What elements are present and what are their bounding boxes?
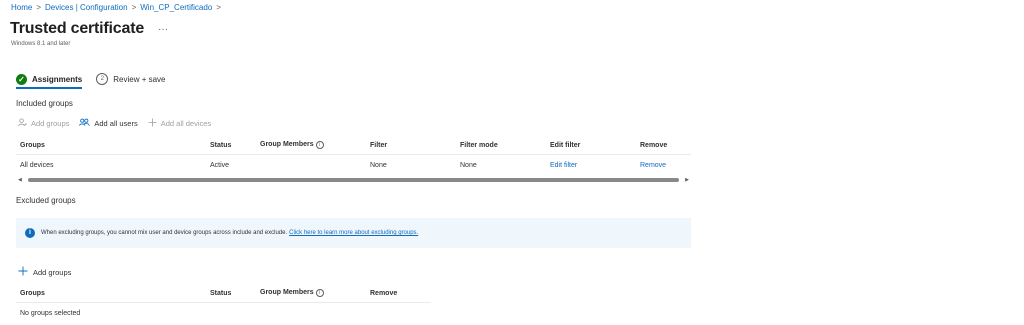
wizard-steps: ✓ Assignments 2 Review + save bbox=[16, 73, 165, 89]
check-icon: ✓ bbox=[16, 73, 27, 85]
included-toolbar: Add groups Add all users Add all devices bbox=[18, 118, 221, 129]
column-header-remove[interactable]: Remove bbox=[366, 284, 431, 303]
plus-icon bbox=[18, 266, 28, 279]
scroll-right-arrow-icon[interactable]: ▶ bbox=[685, 177, 689, 183]
no-groups-selected-text: No groups selected bbox=[20, 309, 81, 317]
info-banner-text: When excluding groups, you cannot mix us… bbox=[41, 230, 288, 236]
cell-filter: None bbox=[370, 161, 387, 169]
learn-more-link[interactable]: Click here to learn more about excluding… bbox=[289, 230, 418, 236]
step-number-icon: 2 bbox=[96, 73, 109, 85]
column-header-status[interactable]: Status bbox=[206, 136, 256, 155]
column-header-filter[interactable]: Filter bbox=[366, 136, 456, 155]
horizontal-scrollbar[interactable]: ◀ ▶ bbox=[16, 176, 691, 184]
add-excluded-groups-button[interactable]: Add groups bbox=[18, 266, 71, 279]
scroll-left-arrow-icon[interactable]: ◀ bbox=[18, 177, 22, 183]
table-header-row: Groups Status Group Members i Filter Filt… bbox=[16, 136, 691, 155]
column-header-edit-filter[interactable]: Edit filter bbox=[546, 136, 636, 155]
column-header-status[interactable]: Status bbox=[206, 284, 256, 303]
cell-group-members bbox=[256, 155, 366, 176]
info-icon: i bbox=[25, 228, 35, 238]
table-header-row: Groups Status Group Members i Remove bbox=[16, 284, 431, 303]
tab-review-save[interactable]: 2 Review + save bbox=[96, 73, 165, 85]
person-icon bbox=[18, 118, 27, 129]
add-all-devices-button[interactable]: Add all devices bbox=[148, 118, 211, 129]
info-icon[interactable]: i bbox=[315, 141, 324, 149]
column-header-group-members[interactable]: Group Members i bbox=[256, 284, 366, 303]
tab-review-save-label: Review + save bbox=[113, 74, 166, 84]
people-icon bbox=[79, 118, 91, 129]
plus-icon bbox=[148, 118, 157, 129]
column-header-group-members-label: Group Members bbox=[260, 289, 314, 296]
add-groups-button[interactable]: Add groups bbox=[18, 118, 69, 129]
empty-row: No groups selected bbox=[16, 303, 431, 324]
table-row: All devices Active None None Edit filter… bbox=[16, 155, 691, 176]
edit-filter-link[interactable]: Edit filter bbox=[546, 155, 636, 176]
breadcrumb: Home > Devices | Configuration > Win_CP_Cert… bbox=[11, 3, 225, 12]
excluded-groups-heading: Excluded groups bbox=[16, 196, 76, 205]
column-header-group-members[interactable]: Group Members i bbox=[256, 136, 366, 155]
add-all-users-button[interactable]: Add all users bbox=[79, 118, 138, 129]
add-groups-label: Add groups bbox=[31, 119, 70, 128]
title-row: Trusted certificate ··· bbox=[10, 20, 168, 38]
more-options-button[interactable]: ··· bbox=[158, 24, 168, 35]
cell-group: All devices bbox=[20, 161, 54, 169]
breadcrumb-separator: > bbox=[216, 3, 221, 12]
page-subtitle: Windows 8.1 and later bbox=[11, 41, 71, 47]
scrollbar-thumb[interactable] bbox=[28, 178, 679, 182]
tab-assignments[interactable]: ✓ Assignments bbox=[16, 73, 83, 89]
add-all-users-label: Add all users bbox=[94, 119, 138, 128]
column-header-groups[interactable]: Groups bbox=[16, 284, 206, 303]
info-icon[interactable]: i bbox=[315, 289, 324, 297]
breadcrumb-separator: > bbox=[131, 3, 137, 12]
page-title: Trusted certificate bbox=[10, 20, 145, 37]
column-header-remove[interactable]: Remove bbox=[636, 136, 691, 155]
excluded-groups-table: Groups Status Group Members i Remove No g… bbox=[16, 284, 431, 323]
column-header-group-members-label: Group Members bbox=[260, 141, 314, 148]
column-header-filter-mode[interactable]: Filter mode bbox=[456, 136, 546, 155]
breadcrumb-profile[interactable]: Win_CP_Certificado bbox=[140, 3, 212, 12]
cell-status: Active bbox=[210, 161, 230, 169]
add-all-devices-label: Add all devices bbox=[160, 119, 212, 128]
info-banner: i When excluding groups, you cannot mix … bbox=[16, 218, 691, 248]
breadcrumb-devices-configuration[interactable]: Devices | Configuration bbox=[45, 3, 128, 12]
breadcrumb-home[interactable]: Home bbox=[11, 3, 32, 12]
tab-assignments-label: Assignments bbox=[32, 74, 83, 84]
cell-filter-mode: None bbox=[460, 161, 477, 169]
breadcrumb-separator: > bbox=[36, 3, 42, 12]
included-groups-table: Groups Status Group Members i Filter Filt… bbox=[16, 136, 691, 175]
remove-link[interactable]: Remove bbox=[636, 155, 691, 176]
included-groups-heading: Included groups bbox=[16, 99, 73, 108]
add-groups-label: Add groups bbox=[33, 268, 72, 277]
column-header-groups[interactable]: Groups bbox=[16, 136, 206, 155]
